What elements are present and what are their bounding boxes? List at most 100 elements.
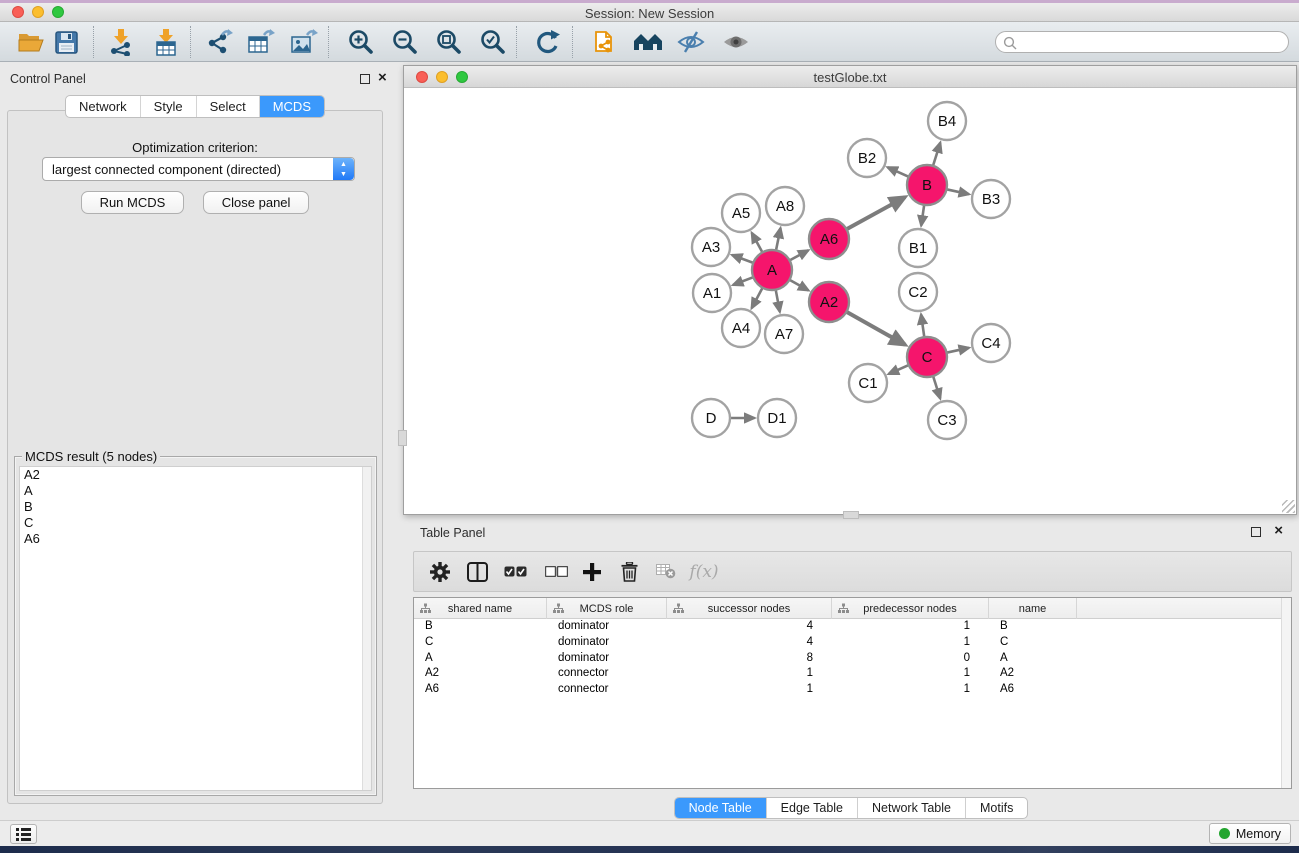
graph-node-D1[interactable]: D1 [758,399,796,437]
show-graphics-details-icon[interactable] [719,26,753,58]
graph-node-C1[interactable]: C1 [849,364,887,402]
delete-columns-trash-icon[interactable] [611,552,647,591]
table-options-gear-icon[interactable] [422,552,458,591]
new-network-from-file-icon[interactable] [589,26,623,58]
graph-edge-C-C1[interactable] [889,365,909,374]
table-cell[interactable]: 1 [667,682,832,698]
table-cell[interactable]: C [989,635,1077,651]
graph-node-C4[interactable]: C4 [972,324,1010,362]
tab-mcds[interactable]: MCDS [260,96,324,117]
run-mcds-button[interactable]: Run MCDS [81,191,185,214]
import-table-icon[interactable] [149,26,183,58]
export-table-icon[interactable] [244,26,278,58]
search-input[interactable] [1022,33,1282,51]
graph-node-A5[interactable]: A5 [722,194,760,232]
graph-edge-A-A8[interactable] [776,228,781,250]
table-row[interactable]: A6connector11A6 [414,682,1291,698]
graph-edge-B-B2[interactable] [888,167,909,177]
column-header-name[interactable]: name [989,598,1077,619]
float-panel-icon[interactable] [360,74,370,84]
graph-node-B[interactable]: B [907,165,947,205]
graph-node-B3[interactable]: B3 [972,180,1010,218]
vertical-splitter-handle[interactable] [398,430,407,446]
export-image-icon[interactable] [287,26,321,58]
import-network-icon[interactable] [104,26,138,58]
graph-edge-B-B3[interactable] [947,189,969,194]
graph-edge-A-A3[interactable] [732,255,753,263]
graph-edge-C-C2[interactable] [921,314,924,337]
delete-table-icon[interactable] [648,552,684,591]
table-header-row[interactable]: shared nameMCDS rolesuccessor nodesprede… [414,598,1291,619]
graph-node-C[interactable]: C [907,337,947,377]
graph-edge-C-C3[interactable] [933,376,940,398]
graph-node-B1[interactable]: B1 [899,229,937,267]
graph-node-A[interactable]: A [752,250,792,290]
graph-node-C2[interactable]: C2 [899,273,937,311]
table-cell[interactable]: 1 [832,635,989,651]
graph-node-A1[interactable]: A1 [693,274,731,312]
column-header-successor-nodes[interactable]: successor nodes [667,598,832,619]
table-row[interactable]: A2connector11A2 [414,666,1291,682]
close-panel-icon[interactable]: × [378,73,387,83]
close-panel-button[interactable]: Close panel [203,191,310,214]
graph-edge-A-A7[interactable] [776,290,780,312]
tab-network[interactable]: Network [66,96,141,117]
table-cell[interactable]: 8 [667,651,832,667]
node-table[interactable]: shared nameMCDS rolesuccessor nodesprede… [413,597,1292,789]
graph-edge-A-A2[interactable] [789,280,808,291]
table-cell[interactable]: B [414,619,547,635]
table-cell[interactable]: dominator [547,651,667,667]
graph-edge-C-C4[interactable] [947,348,969,353]
table-scrollbar[interactable] [1281,598,1291,788]
graph-node-C3[interactable]: C3 [928,401,966,439]
table-cell[interactable]: A [989,651,1077,667]
mcds-result-item[interactable]: A6 [20,531,371,547]
mcds-result-item[interactable]: B [20,499,371,515]
zoom-selected-icon[interactable] [476,26,510,58]
float-panel-icon[interactable] [1251,527,1261,537]
mcds-list-scrollbar[interactable] [362,467,371,790]
home-view-icon[interactable] [631,26,665,58]
hide-graphics-details-icon[interactable] [674,26,708,58]
graph-edge-A-A1[interactable] [733,277,753,285]
tab-edge-table[interactable]: Edge Table [767,798,858,818]
table-cell[interactable]: C [414,635,547,651]
column-header-MCDS-role[interactable]: MCDS role [547,598,667,619]
graph-edge-B-B1[interactable] [921,205,924,226]
network-window-titlebar[interactable]: testGlobe.txt [404,66,1296,88]
table-cell[interactable]: 4 [667,619,832,635]
table-cell[interactable]: 1 [832,682,989,698]
table-cell[interactable]: connector [547,666,667,682]
table-cell[interactable]: A [414,651,547,667]
graph-node-A2[interactable]: A2 [809,282,849,322]
table-row[interactable]: Bdominator41B [414,619,1291,635]
table-cell[interactable]: A2 [989,666,1077,682]
column-header-predecessor-nodes[interactable]: predecessor nodes [832,598,989,619]
graph-node-B4[interactable]: B4 [928,102,966,140]
tab-node-table[interactable]: Node Table [675,798,767,818]
table-cell[interactable]: connector [547,682,667,698]
memory-button[interactable]: Memory [1209,823,1291,844]
function-builder-icon[interactable]: f(x) [686,552,722,591]
optimization-criterion-dropdown[interactable]: largest connected component (directed) ▲… [42,157,355,181]
table-cell[interactable]: dominator [547,619,667,635]
graph-node-B2[interactable]: B2 [848,139,886,177]
table-cell[interactable]: B [989,619,1077,635]
export-network-icon[interactable] [202,26,236,58]
table-cell[interactable]: 1 [667,666,832,682]
table-cell[interactable]: 0 [832,651,989,667]
table-cell[interactable]: A2 [414,666,547,682]
window-resize-grip[interactable] [1282,500,1295,513]
table-cell[interactable]: A6 [989,682,1077,698]
tab-style[interactable]: Style [141,96,197,117]
graph-edge-A-A6[interactable] [790,250,809,260]
zoom-out-icon[interactable] [388,26,422,58]
mcds-result-item[interactable]: A [20,483,371,499]
graph-edge-A6-B[interactable] [847,197,906,229]
deselect-all-checks-icon[interactable] [538,552,574,591]
table-cell[interactable]: A6 [414,682,547,698]
open-file-icon[interactable] [14,26,48,58]
graph-edge-A-A4[interactable] [752,288,763,309]
table-row[interactable]: Cdominator41C [414,635,1291,651]
search-field[interactable] [995,31,1289,53]
